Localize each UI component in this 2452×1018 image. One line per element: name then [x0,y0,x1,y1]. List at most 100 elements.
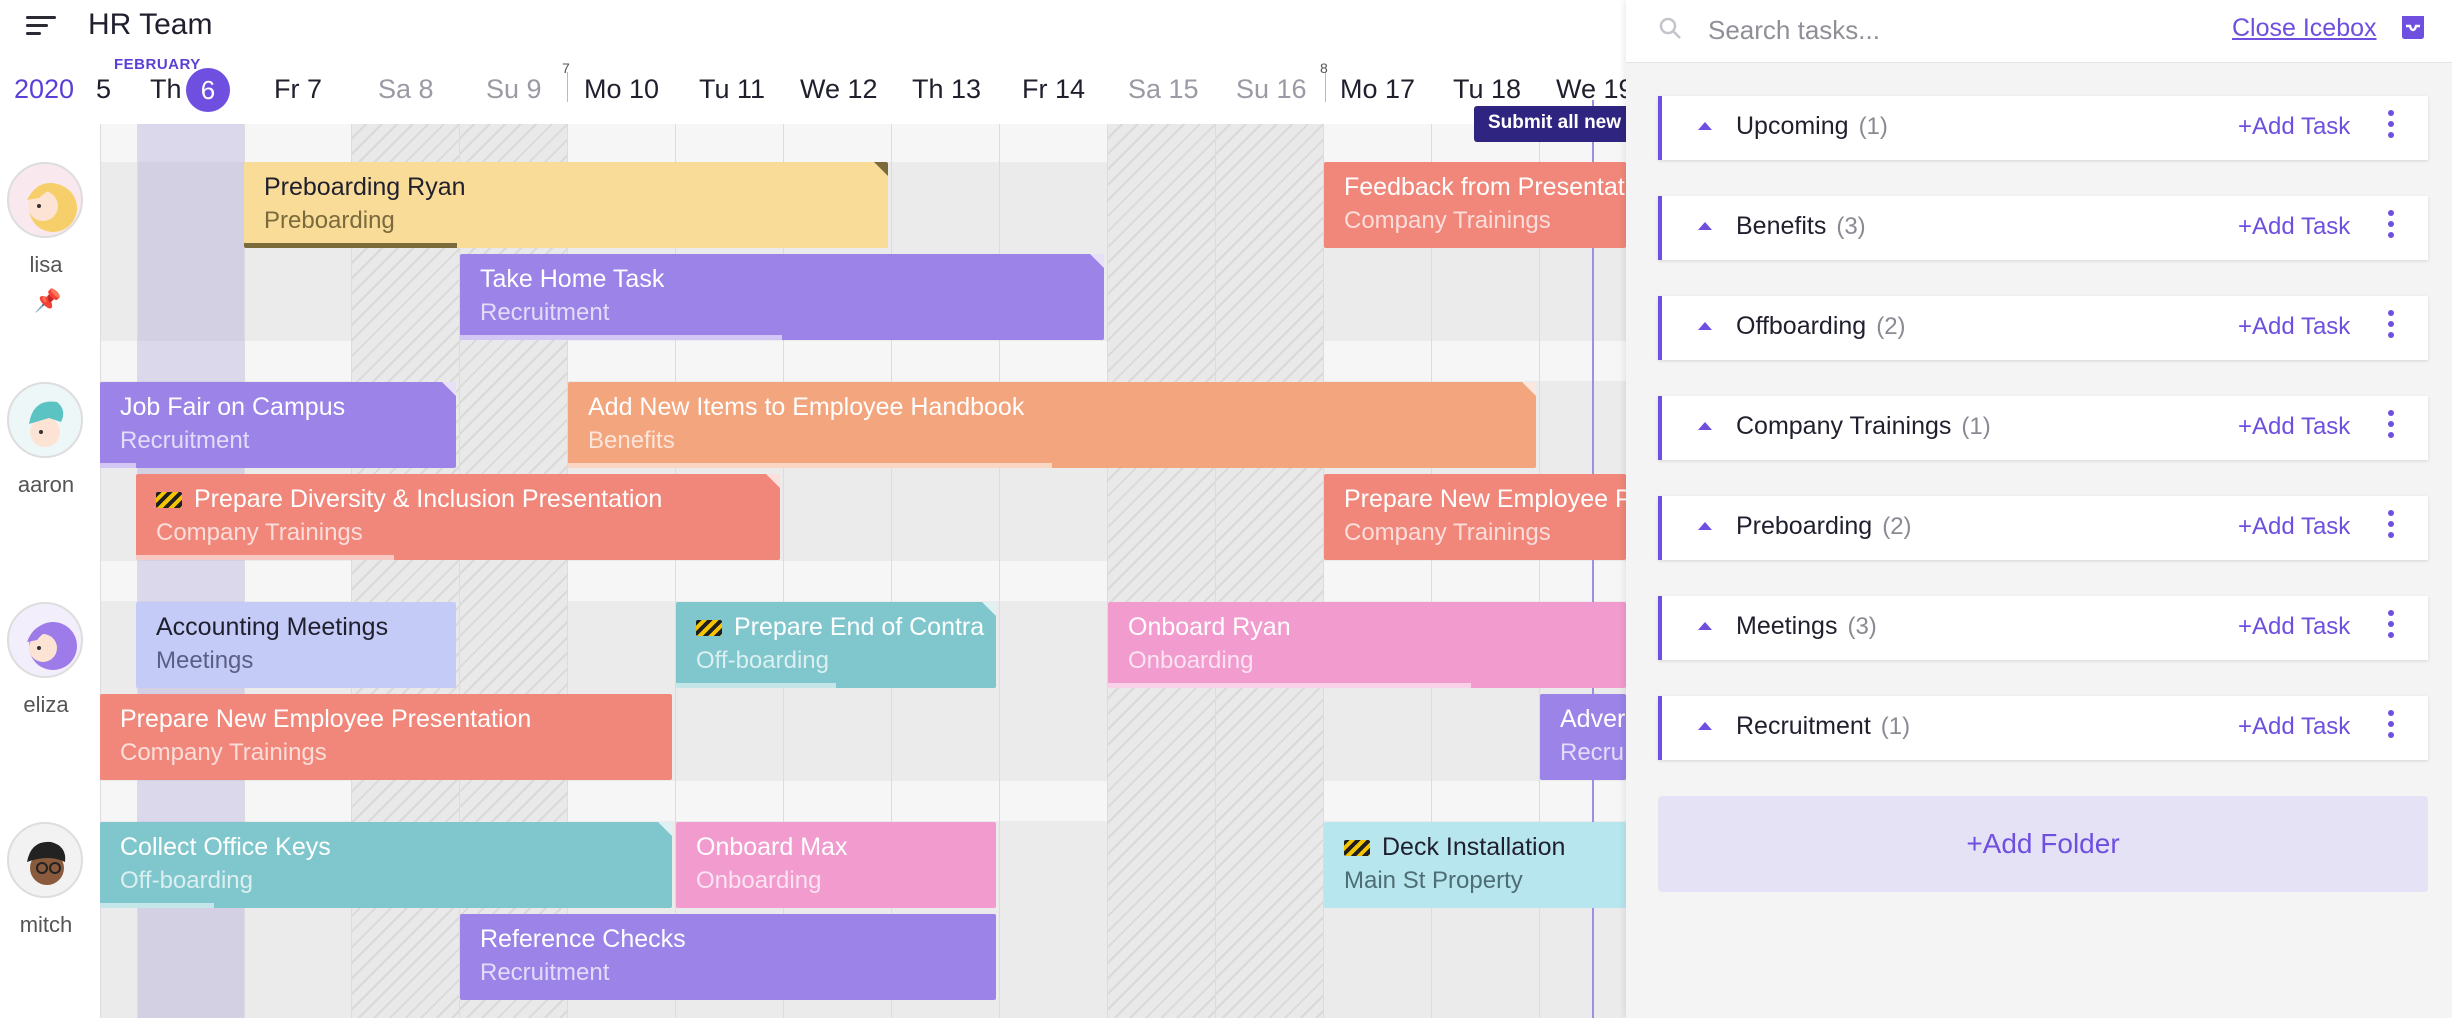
task-bar[interactable]: Prepare Diversity & Inclusion Presentati… [136,474,780,560]
task-bar[interactable]: Preboarding Ryan Preboarding [244,162,888,248]
folder-preboarding[interactable]: Preboarding (2) +Add Task [1658,496,2428,560]
folder-name-wrap: Preboarding (2) [1736,512,1912,541]
task-bar[interactable]: Onboard Ryan Onboarding [1108,602,1626,688]
pin-icon[interactable]: 📌 [34,288,61,314]
task-bar[interactable]: Take Home Task Recruitment [460,254,1104,340]
day-label[interactable]: 5 [96,74,111,105]
task-corner-marker [982,602,996,616]
day-label[interactable]: Sa 15 [1128,74,1199,105]
task-bar[interactable]: Deck Installation Main St Property [1324,822,1626,908]
task-progress [1108,683,1471,688]
search-icon [1659,17,1681,39]
folder-upcoming[interactable]: Upcoming (1) +Add Task [1658,96,2428,160]
close-icebox-link[interactable]: Close Icebox [2232,14,2377,43]
day-label[interactable]: Su 16 [1236,74,1307,105]
add-task-button[interactable]: +Add Task [2238,513,2350,541]
folder-recruitment[interactable]: Recruitment (1) +Add Task [1658,696,2428,760]
task-bar[interactable]: Feedback from Presentat Company Training… [1324,162,1626,248]
task-bar[interactable]: Adver Recru [1540,694,1626,780]
task-category: Company Trainings [120,739,327,766]
task-category: Company Trainings [156,519,363,546]
day-label[interactable]: Su 9 [486,74,542,105]
folder-meetings[interactable]: Meetings (3) +Add Task [1658,596,2428,660]
weekend-column [1107,124,1215,1018]
task-corner-marker [874,162,888,176]
task-bar[interactable]: Prepare New Employee P Company Trainings [1324,474,1626,560]
task-bar[interactable]: Reference Checks Recruitment [460,914,996,1000]
folder-count: (2) [1876,313,1906,340]
avatar-eliza[interactable] [7,602,83,678]
folder-company-trainings[interactable]: Company Trainings (1) +Add Task [1658,396,2428,460]
day-label[interactable]: Th [150,74,182,105]
task-progress [460,335,782,340]
collapse-caret-icon[interactable] [1698,722,1712,730]
day-label[interactable]: Tu 11 [699,74,765,105]
collapse-caret-icon[interactable] [1698,222,1712,230]
kebab-menu-icon[interactable] [2386,610,2396,644]
add-task-button[interactable]: +Add Task [2238,313,2350,341]
submit-all-new-button[interactable]: Submit all new [1474,106,1644,142]
task-title-text: Deck Installation [1382,833,1566,861]
folder-count: (2) [1882,513,1912,540]
task-bar[interactable]: Add New Items to Employee Handbook Benef… [568,382,1536,468]
day-label[interactable]: We 12 [800,74,878,105]
collapse-caret-icon[interactable] [1698,522,1712,530]
user-name: eliza [23,692,69,717]
task-title: Prepare New Employee P [1344,485,1626,513]
week-divider [567,72,568,102]
kebab-menu-icon[interactable] [2386,310,2396,344]
task-category: Recruitment [480,299,610,326]
folder-offboarding[interactable]: Offboarding (2) +Add Task [1658,296,2428,360]
avatar-mitch[interactable] [7,822,83,898]
task-bar[interactable]: Prepare End of Contra Off-boarding [676,602,996,688]
day-label[interactable]: Tu 18 [1453,74,1521,105]
today-badge[interactable]: 6 [186,68,230,112]
day-label[interactable]: Mo 17 [1340,74,1415,105]
avatar-lisa[interactable] [7,162,83,238]
add-task-button[interactable]: +Add Task [2238,213,2350,241]
task-bar[interactable]: Collect Office Keys Off-boarding [100,822,672,908]
inbox-icon[interactable] [2398,12,2428,42]
add-folder-button[interactable]: +Add Folder [1658,796,2428,892]
task-bar[interactable]: Prepare New Employee Presentation Compan… [100,694,672,780]
kebab-menu-icon[interactable] [2386,110,2396,144]
team-title[interactable]: HR Team [88,8,212,42]
add-task-button[interactable]: +Add Task [2238,413,2350,441]
avatar-aaron[interactable] [7,382,83,458]
kebab-menu-icon[interactable] [2386,510,2396,544]
day-label[interactable]: Sa 8 [378,74,434,105]
day-label[interactable]: Fr 14 [1022,74,1085,105]
day-label[interactable]: We 19 [1556,74,1634,105]
day-label[interactable]: Fr 7 [274,74,322,105]
task-category: Meetings [156,647,254,674]
folder-benefits[interactable]: Benefits (3) +Add Task [1658,196,2428,260]
menu-icon[interactable] [26,16,56,36]
kebab-menu-icon[interactable] [2386,710,2396,744]
collapse-caret-icon[interactable] [1698,122,1712,130]
task-title: Reference Checks [480,925,686,953]
folder-name-wrap: Benefits (3) [1736,212,1866,241]
search-input[interactable] [1706,10,2190,50]
add-task-button[interactable]: +Add Task [2238,613,2350,641]
collapse-caret-icon[interactable] [1698,322,1712,330]
folder-name: Meetings [1736,612,1838,640]
task-title: Accounting Meetings [156,613,389,641]
task-bar[interactable]: Job Fair on Campus Recruitment [100,382,456,468]
kebab-menu-icon[interactable] [2386,210,2396,244]
add-task-button[interactable]: +Add Task [2238,713,2350,741]
add-task-button[interactable]: +Add Task [2238,113,2350,141]
planner-app: HR Team 2020 FEBRUARY 5 Th 6 Fr 7 Sa 8 S… [0,0,2452,1018]
collapse-caret-icon[interactable] [1698,422,1712,430]
task-title: Collect Office Keys [120,833,331,861]
task-title: Prepare New Employee Presentation [120,705,532,733]
task-corner-marker [1090,254,1104,268]
collapse-caret-icon[interactable] [1698,622,1712,630]
task-bar[interactable]: Accounting Meetings Meetings [136,602,456,688]
user-name: mitch [19,912,73,937]
folder-name-wrap: Upcoming (1) [1736,112,1888,141]
task-bar[interactable]: Onboard Max Onboarding [676,822,996,908]
day-label[interactable]: Mo 10 [584,74,659,105]
day-label[interactable]: Th 13 [912,74,981,105]
kebab-menu-icon[interactable] [2386,410,2396,444]
folder-count: (1) [1961,413,1991,440]
